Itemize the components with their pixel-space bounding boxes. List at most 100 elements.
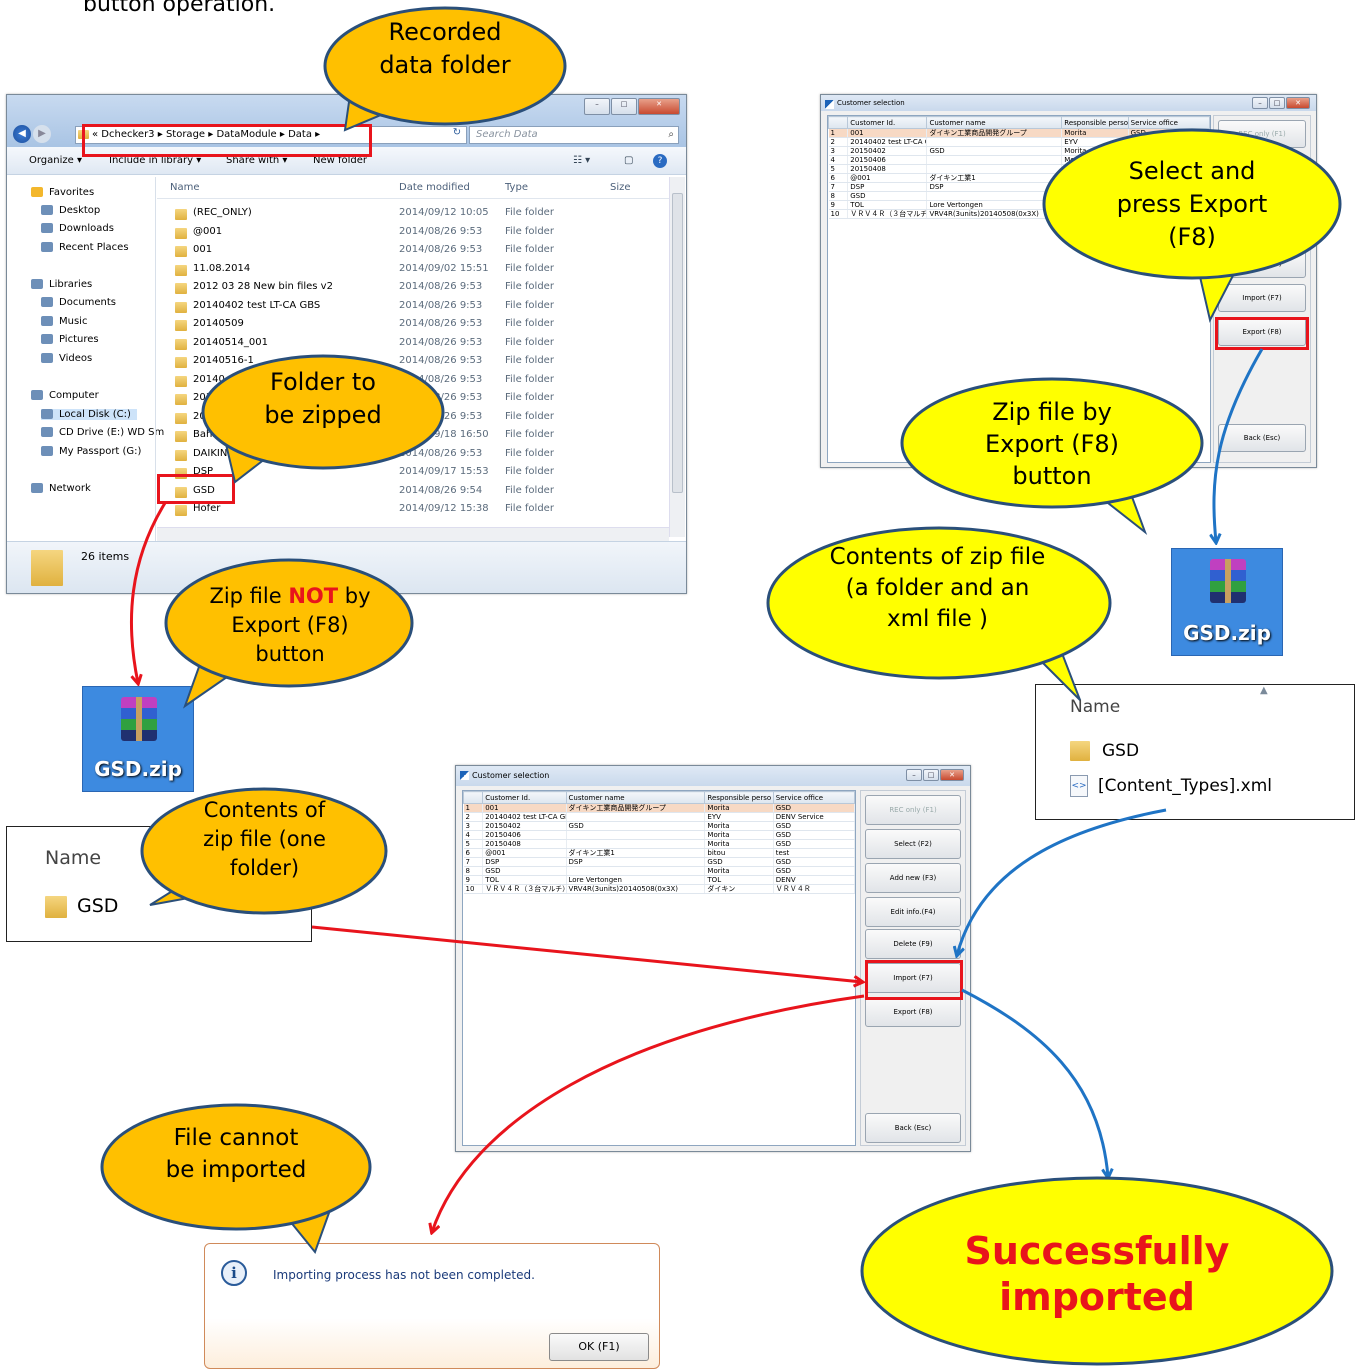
button-add-new-f3[interactable]: Add new (F3) (865, 863, 961, 893)
grid-row[interactable]: 8 GSD Morita GSD (463, 866, 855, 876)
folder-row[interactable]: GSD (45, 895, 118, 918)
grid-row[interactable]: 3 20150402 GSD Morita GSD (463, 821, 855, 831)
maximize-icon[interactable]: □ (923, 769, 939, 781)
maximize-icon[interactable]: □ (611, 98, 637, 115)
grid-row[interactable]: 10 ＶＲＶ４Ｒ（３台マルチ） VRV4R(3units)20140508(0x3X… (463, 884, 855, 894)
grid-column-header[interactable]: Customer Id. (847, 116, 928, 129)
file-row[interactable]: 20140 2014/08/26 9:53 File folder (157, 372, 669, 390)
grid-row[interactable]: 1 001 ダイキン工業商品開発グループ Morita GSD (463, 803, 855, 813)
button-select-f2[interactable]: Select (F2) (865, 829, 961, 859)
folder-row[interactable]: GSD (1070, 741, 1139, 761)
file-row[interactable]: 2012 03 28 New bin files v2 2014/08/26 9:… (157, 279, 669, 297)
help-icon[interactable]: ? (653, 154, 667, 168)
grid-row[interactable]: 9 TOL Lore Vertongen TOL DENV (463, 875, 855, 885)
nav-item-downloads[interactable]: Downloads (41, 223, 120, 234)
grid-row[interactable]: 5 20150408 Morita GSD (463, 839, 855, 849)
back-button[interactable]: ◀ (13, 125, 31, 143)
file-row[interactable]: 001 2014/08/26 9:53 File folder (157, 242, 669, 260)
search-placeholder: Search Data (476, 129, 538, 140)
grid-row[interactable]: 7 DSP DSP GSD GSD (463, 857, 855, 867)
grid-cell: GSD (704, 857, 774, 867)
xml-file-row[interactable]: <> [Content_Types].xml (1070, 775, 1272, 797)
maximize-icon[interactable]: □ (1269, 97, 1285, 109)
file-row[interactable]: Bahrs 2014/09/18 16:50 File folder (157, 427, 669, 445)
nav-item-documents[interactable]: Documents (41, 297, 122, 308)
column-size[interactable]: Size (610, 177, 631, 199)
file-row[interactable]: 20140509 2014/08/26 9:53 File folder (157, 316, 669, 334)
button-export-f8[interactable]: Export (F8) (865, 997, 961, 1027)
file-row[interactable]: DAIKIN S 2014/08/26 9:53 File folder (157, 446, 669, 464)
grid-column-header[interactable]: Customer name (565, 791, 706, 804)
close-icon[interactable]: ✕ (1286, 97, 1310, 109)
file-row[interactable]: 201 2014/08/26 9:53 File folder (157, 409, 669, 427)
button-import-f7[interactable]: Import (F7) (1218, 284, 1306, 312)
nav-item-libraries[interactable]: Libraries (31, 279, 98, 290)
nav-item-music[interactable]: Music (41, 316, 93, 327)
file-row[interactable]: 201 2014/08/26 9:53 File folder (157, 390, 669, 408)
column-date[interactable]: Date modified (399, 177, 470, 199)
file-row[interactable]: 20140516-1 2014/08/26 9:53 File folder (157, 353, 669, 371)
column-name[interactable]: Name (170, 177, 200, 199)
minimize-icon[interactable]: – (584, 98, 610, 115)
nav-item-favorites[interactable]: Favorites (31, 187, 100, 198)
scrollbar-thumb[interactable] (672, 193, 683, 493)
column-type[interactable]: Type (505, 177, 528, 199)
nav-item-local-disk-c[interactable]: Local Disk (C:) (41, 409, 137, 420)
grid-column-header[interactable]: Customer Id. (482, 791, 567, 804)
button-rec-only-f1[interactable]: REC only (F1) (865, 795, 961, 825)
grid-cell: ダイキン工業1 (566, 848, 706, 858)
button-back-esc[interactable]: Back (Esc) (865, 1113, 961, 1143)
zip-file-by-export[interactable]: GSD.zip (1171, 548, 1283, 656)
close-icon[interactable]: ✕ (638, 98, 680, 115)
ok-button[interactable]: OK (F1) (549, 1333, 649, 1361)
grid-column-header[interactable]: Service office (772, 791, 855, 804)
horizontal-scrollbar[interactable] (157, 527, 669, 541)
nav-item-my-passport-g[interactable]: My Passport (G:) (41, 446, 147, 457)
zip-file-label: GSD.zip (94, 757, 182, 781)
grid-row[interactable]: 4 20150406 Morita GSD (463, 830, 855, 840)
grid-cell: 2 (463, 812, 484, 822)
zip-file-not-export[interactable]: GSD.zip (82, 686, 194, 792)
button-rec-only-f1[interactable]: REC only (F1) (1218, 120, 1306, 148)
minimize-icon[interactable]: – (1252, 97, 1268, 109)
grid-column-header[interactable]: Responsible perso (704, 791, 774, 804)
vertical-scrollbar[interactable] (669, 177, 685, 537)
grid-column-header[interactable] (463, 791, 484, 804)
nav-item-videos[interactable]: Videos (41, 353, 98, 364)
nav-item-desktop[interactable]: Desktop (41, 205, 106, 216)
grid-row[interactable]: 220140402 test LT-CA GBS EYVDENV Service (828, 137, 1210, 147)
grid-column-header[interactable] (828, 116, 849, 129)
file-date: 2014/09/12 15:38 (399, 503, 489, 514)
nav-item-network[interactable]: Network (31, 483, 97, 494)
button-delete-f9[interactable]: Delete (F9) (1218, 250, 1306, 278)
nav-item-computer[interactable]: Computer (31, 390, 105, 401)
grid-row[interactable]: 1 001 ダイキン工業商品開発グループ Morita GSD (828, 128, 1210, 138)
grid-column-header[interactable]: Service office (1127, 116, 1210, 129)
grid-cell: TOL (704, 875, 774, 885)
minimize-icon[interactable]: – (906, 769, 922, 781)
file-row[interactable]: 20140402 test LT-CA GBS 2014/08/26 9:53 Fi… (157, 298, 669, 316)
grid-column-header[interactable]: Customer name (926, 116, 1063, 129)
nav-item-recent-places[interactable]: Recent Places (41, 242, 135, 253)
close-icon[interactable]: ✕ (940, 769, 964, 781)
view-icon[interactable]: ☷ ▾ (573, 147, 590, 175)
grid-row[interactable]: 6 @001 ダイキン工業1 bitou test (463, 848, 855, 858)
nav-item-label: Local Disk (C:) (59, 409, 131, 420)
grid-cell: Morita (704, 830, 774, 840)
forward-button[interactable]: ▶ (33, 125, 51, 143)
nav-item-cd-drive-e-wd-sm[interactable]: CD Drive (E:) WD Sm (41, 427, 170, 438)
search-input[interactable]: Search Data ⌕ (469, 126, 679, 144)
button-delete-f9[interactable]: Delete (F9) (865, 929, 961, 959)
grid-column-header[interactable]: Responsible perso (1061, 116, 1129, 129)
file-row[interactable]: (REC_ONLY) 2014/09/12 10:05 File folder (157, 205, 669, 223)
file-row[interactable]: 11.08.2014 2014/09/02 15:51 File folder (157, 261, 669, 279)
button-back-esc[interactable]: Back (Esc) (1218, 424, 1306, 452)
refresh-icon[interactable]: ↻ (447, 127, 467, 143)
grid-row[interactable]: 220140402 test LT-CA GBS EYVDENV Service (463, 812, 855, 822)
nav-item-pictures[interactable]: Pictures (41, 334, 105, 345)
file-row[interactable]: 20140514_001 2014/08/26 9:53 File folder (157, 335, 669, 353)
file-row[interactable]: @001 2014/08/26 9:53 File folder (157, 224, 669, 242)
preview-pane-icon[interactable]: ▢ (624, 147, 633, 175)
button-edit-info-f4[interactable]: Edit info.(F4) (865, 897, 961, 927)
organize-menu[interactable]: Organize ▾ (29, 147, 82, 175)
